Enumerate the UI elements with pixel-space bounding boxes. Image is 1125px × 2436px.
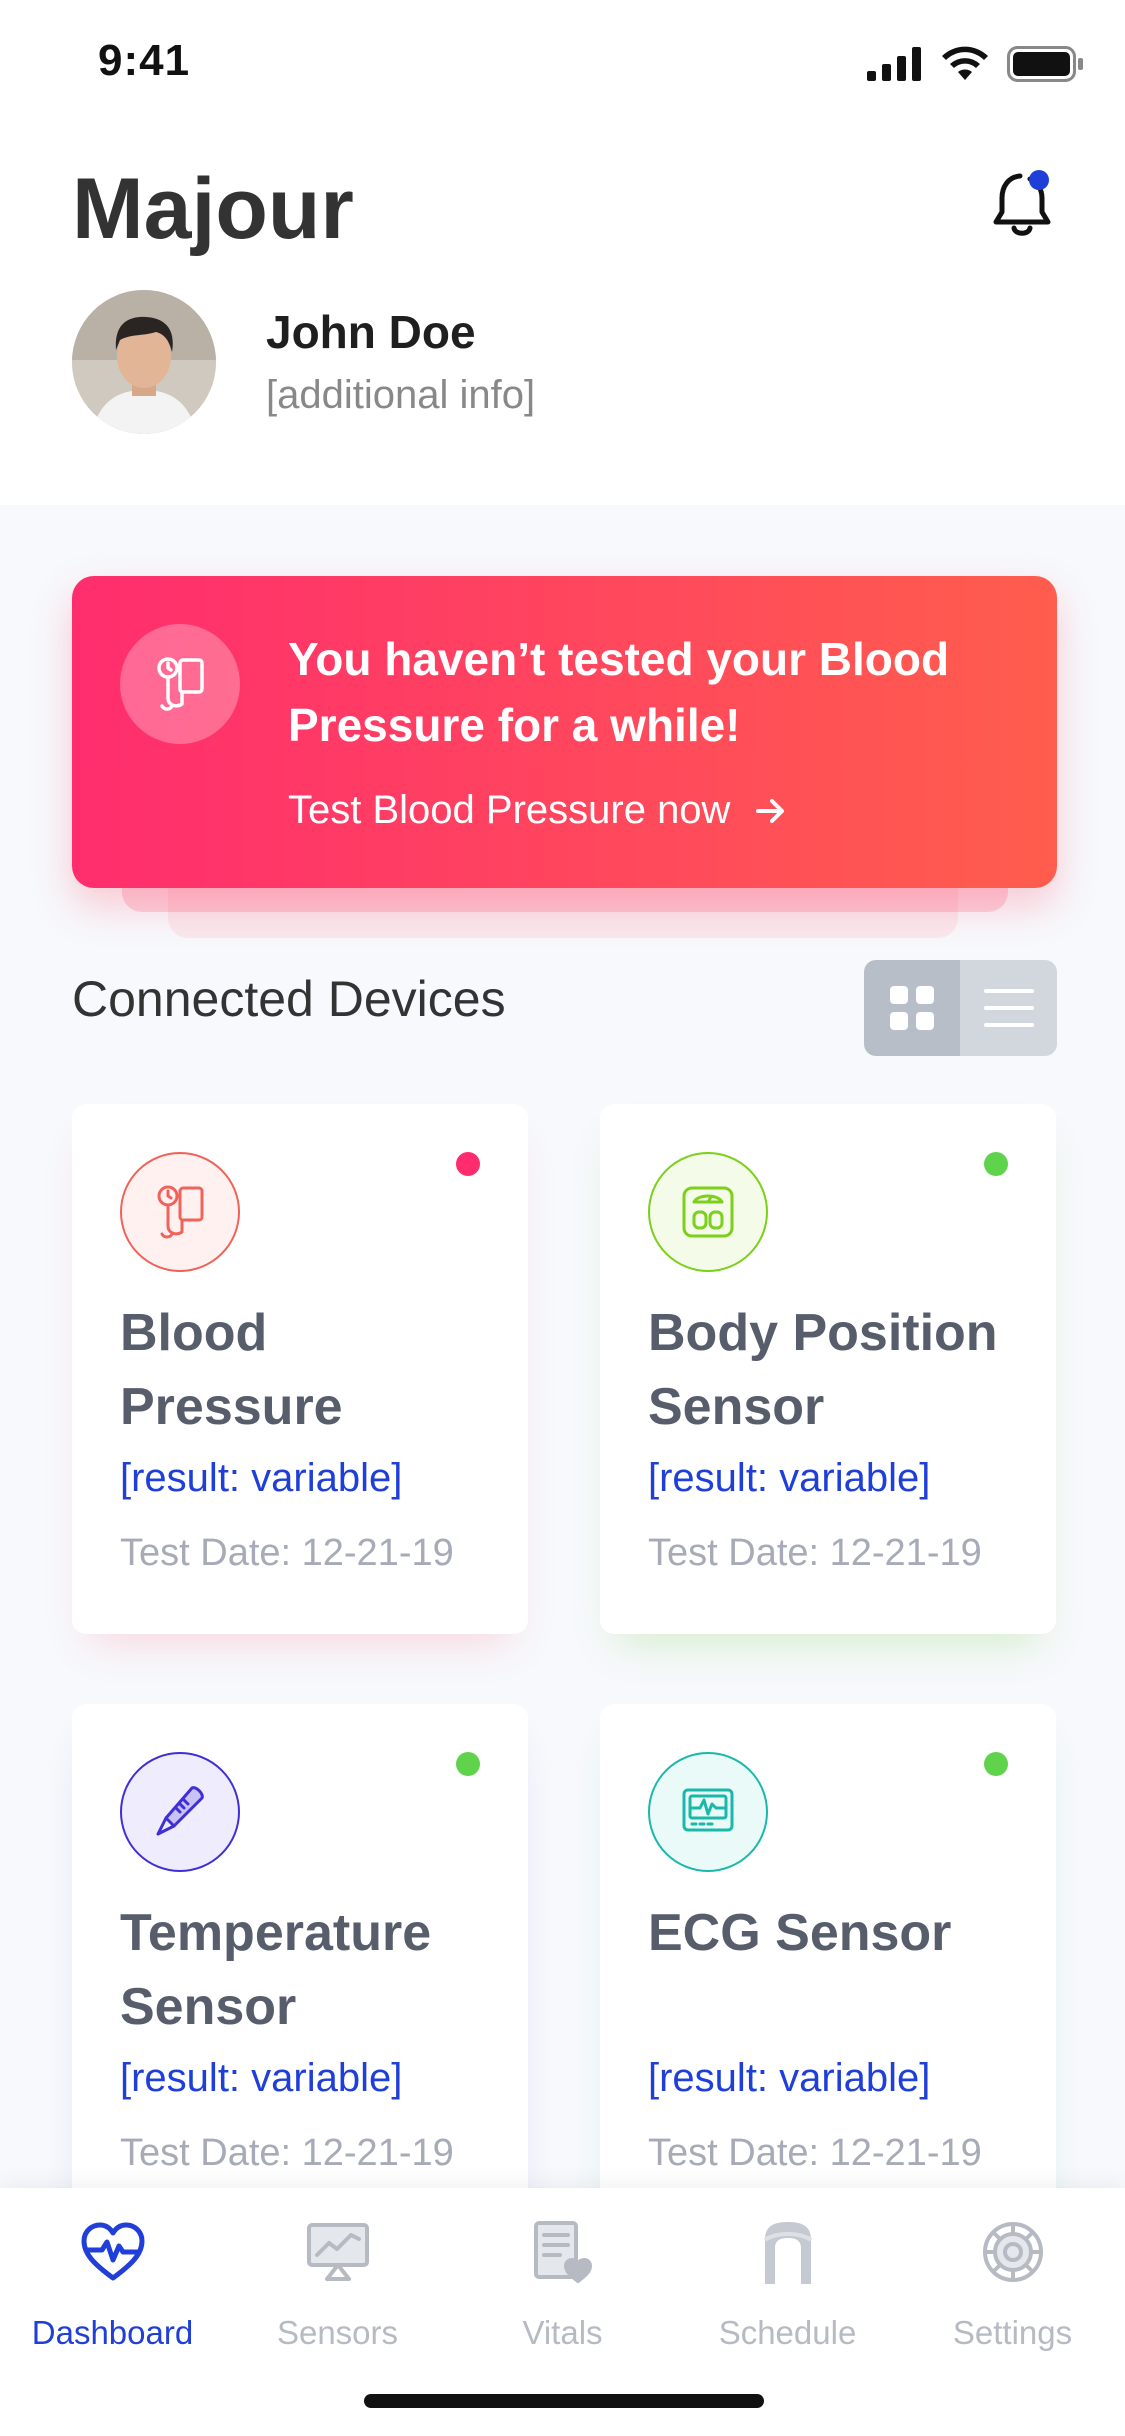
grid-icon — [890, 986, 934, 1030]
device-result: [result: variable] — [120, 1456, 403, 1500]
scale-icon — [648, 1152, 768, 1272]
status-bar: 9:41 — [0, 0, 1125, 130]
tab-settings[interactable]: Settings — [900, 2212, 1125, 2362]
device-card-temperature[interactable]: Temperature Sensor [result: variable] Te… — [72, 1704, 528, 2234]
device-result: [result: variable] — [648, 2056, 931, 2100]
device-test-date: Test Date: 12-21-19 — [120, 1532, 454, 1574]
app-title: Majour — [72, 161, 354, 257]
list-icon — [983, 989, 1034, 1027]
tab-schedule[interactable]: Schedule — [675, 2212, 900, 2362]
tab-label: Sensors — [276, 2314, 399, 2351]
status-dot — [456, 1152, 480, 1176]
device-test-date: Test Date: 12-21-19 — [648, 1532, 982, 1574]
status-dot — [984, 1752, 1008, 1776]
banner-title: You haven’t tested your Blood Pressure f… — [288, 633, 950, 751]
tab-label: Settings — [952, 2314, 1073, 2351]
ecg-monitor-icon — [648, 1752, 768, 1872]
thermometer-icon — [120, 1752, 240, 1872]
device-card-blood-pressure[interactable]: Blood Pressure [result: variable] Test D… — [72, 1104, 528, 1634]
list-view-button[interactable] — [960, 960, 1057, 1056]
notification-badge — [1029, 170, 1049, 190]
device-name: ECG Sensor — [648, 1904, 952, 1962]
user-info: [additional info] — [266, 373, 536, 417]
view-mode-toggle — [864, 960, 1057, 1056]
test-blood-pressure-link[interactable]: Test Blood Pressure now — [288, 788, 788, 833]
tab-vitals[interactable]: Vitals — [450, 2212, 675, 2362]
blood-pressure-icon — [120, 1152, 240, 1272]
banner-link-label: Test Blood Pressure now — [288, 788, 731, 832]
notification-bell-icon[interactable] — [990, 168, 1056, 240]
device-card-body-position[interactable]: Body Position Sensor [result: variable] … — [600, 1104, 1056, 1634]
status-time: 9:41 — [98, 36, 191, 85]
battery-icon — [1007, 46, 1083, 82]
blood-pressure-icon — [120, 624, 240, 744]
grid-view-button[interactable] — [864, 960, 960, 1056]
status-icons — [867, 46, 1085, 82]
device-name: Body Position Sensor — [648, 1304, 998, 1436]
device-name: Blood Pressure — [120, 1304, 343, 1436]
document-heart-icon — [532, 2212, 594, 2292]
device-test-date: Test Date: 12-21-19 — [120, 2132, 454, 2174]
blood-pressure-alert-banner[interactable]: You haven’t tested your Blood Pressure f… — [72, 576, 1057, 888]
connected-devices-title: Connected Devices — [72, 971, 506, 1027]
status-dot — [456, 1752, 480, 1776]
cellular-signal-icon — [867, 47, 921, 81]
device-test-date: Test Date: 12-21-19 — [648, 2132, 982, 2174]
tab-dashboard[interactable]: Dashboard — [0, 2212, 225, 2362]
device-result: [result: variable] — [648, 1456, 931, 1500]
device-result: [result: variable] — [120, 2056, 403, 2100]
tab-label: Schedule — [718, 2314, 857, 2351]
gear-icon — [980, 2212, 1046, 2292]
monitor-chart-icon — [305, 2212, 371, 2292]
tab-label: Vitals — [522, 2314, 603, 2351]
tab-label: Dashboard — [31, 2314, 194, 2351]
device-card-ecg[interactable]: ECG Sensor [result: variable] Test Date:… — [600, 1704, 1056, 2234]
wifi-icon — [942, 46, 988, 80]
user-name: John Doe — [266, 306, 476, 358]
status-dot — [984, 1152, 1008, 1176]
heartbeat-icon — [80, 2212, 146, 2292]
header: 9:41 Majour John Doe [additional info] — [0, 0, 1125, 505]
tab-sensors[interactable]: Sensors — [225, 2212, 450, 2362]
avatar[interactable] — [72, 290, 216, 434]
arrow-right-icon — [756, 798, 785, 823]
calendar-icon — [757, 2212, 819, 2292]
device-name: Temperature Sensor — [120, 1904, 432, 2036]
home-indicator — [364, 2394, 764, 2408]
